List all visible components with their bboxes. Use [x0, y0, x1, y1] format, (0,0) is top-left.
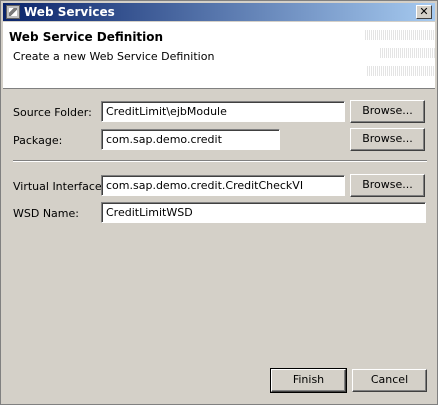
- source-folder-browse-button[interactable]: Browse...: [350, 100, 425, 123]
- source-folder-field[interactable]: CreditLimit\ejbModule: [101, 101, 345, 122]
- web-services-dialog: Web Services ✕ Web Service Definition Cr…: [0, 0, 438, 405]
- wizard-body: Source Folder: CreditLimit\ejbModule Bro…: [3, 89, 435, 402]
- page-description: Create a new Web Service Definition: [13, 50, 215, 63]
- wsd-name-label: WSD Name:: [13, 207, 79, 220]
- close-icon: ✕: [419, 5, 429, 18]
- app-icon: [6, 5, 20, 19]
- window-title: Web Services: [24, 5, 115, 19]
- cancel-button[interactable]: Cancel: [352, 369, 427, 392]
- source-folder-label: Source Folder:: [13, 106, 92, 119]
- package-field[interactable]: com.sap.demo.credit: [101, 129, 280, 150]
- close-button[interactable]: ✕: [416, 5, 432, 19]
- wizard-header: Web Service Definition Create a new Web …: [3, 22, 435, 89]
- package-browse-button[interactable]: Browse...: [350, 128, 425, 151]
- page-title: Web Service Definition: [9, 30, 164, 44]
- virtual-interface-field[interactable]: com.sap.demo.credit.CreditCheckVI: [101, 175, 345, 196]
- title-bar: Web Services ✕: [3, 3, 435, 21]
- virtual-interface-browse-button[interactable]: Browse...: [350, 174, 425, 197]
- wsd-name-field[interactable]: CreditLimitWSD: [101, 202, 426, 223]
- finish-button[interactable]: Finish: [270, 368, 347, 393]
- separator: [13, 160, 427, 162]
- package-label: Package:: [13, 134, 63, 147]
- header-banner-graphic: [335, 22, 435, 84]
- virtual-interface-label: Virtual Interface:: [13, 180, 106, 193]
